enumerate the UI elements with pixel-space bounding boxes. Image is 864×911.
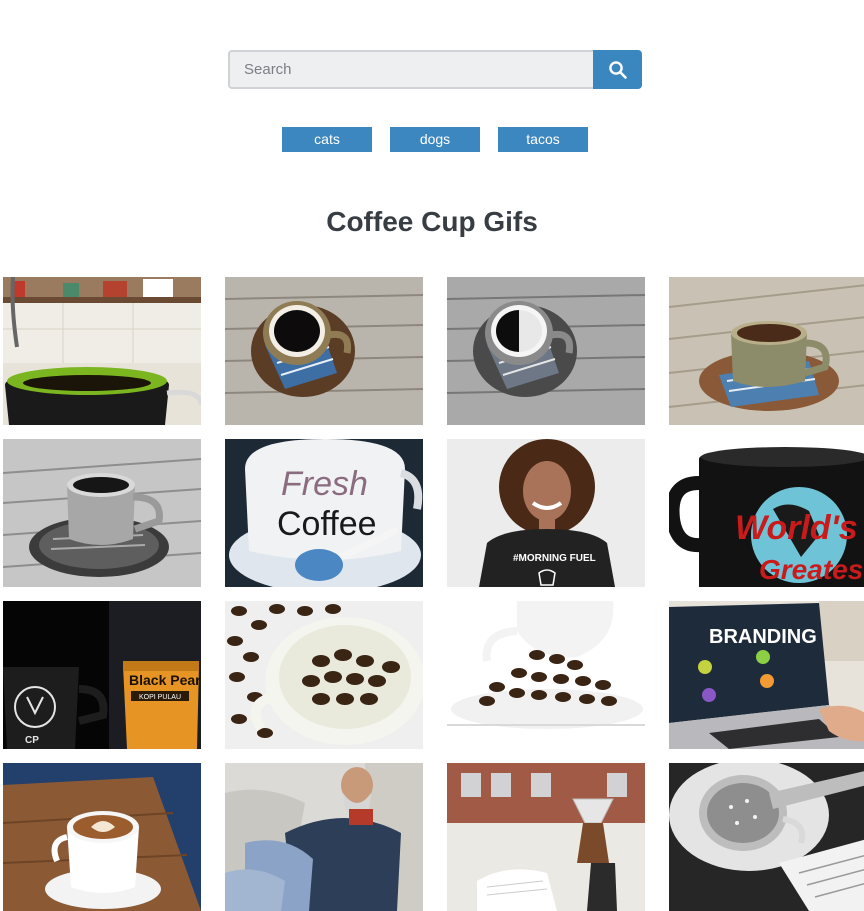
- search-button[interactable]: [593, 50, 642, 89]
- gif-tile[interactable]: [225, 763, 423, 911]
- quick-search-chips: cats dogs tacos: [0, 127, 864, 152]
- latte-art-icon: [3, 763, 201, 911]
- mug-and-coffee-bag-icon: Black Pearl KOPI PULAU CP: [3, 601, 201, 749]
- worlds-text: World's: [735, 509, 858, 547]
- chip-dogs[interactable]: dogs: [390, 127, 480, 152]
- gif-tile[interactable]: World's Greatest: [669, 439, 864, 587]
- morning-fuel-text: #MORNING FUEL: [513, 553, 596, 564]
- woman-in-tshirt-icon: #MORNING FUEL: [447, 439, 645, 587]
- mug-on-wood-warm-icon: [669, 277, 864, 425]
- coffee-text: Coffee: [277, 505, 377, 543]
- mug-on-wood-gray-icon: [447, 277, 645, 425]
- gif-tile[interactable]: [225, 601, 423, 749]
- gif-tile[interactable]: [3, 763, 201, 911]
- gif-tile[interactable]: [3, 439, 201, 587]
- cp-text: CP: [25, 735, 39, 746]
- fresh-coffee-cup-icon: Fresh Coffee: [225, 439, 423, 587]
- gif-tile[interactable]: [669, 277, 864, 425]
- search-input[interactable]: [228, 50, 593, 89]
- mug-on-wood-icon: [225, 277, 423, 425]
- search-icon: [608, 60, 627, 79]
- page-title: Coffee Cup Gifs: [326, 206, 538, 237]
- cup-on-table-bw-icon: [3, 439, 201, 587]
- gif-tile[interactable]: #MORNING FUEL: [447, 439, 645, 587]
- kopi-pulau-text: KOPI PULAU: [139, 694, 181, 701]
- fresh-text: Fresh: [281, 465, 368, 503]
- chip-tacos[interactable]: tacos: [498, 127, 588, 152]
- gif-grid: Fresh Coffee #MORNING FUEL World's Great…: [3, 277, 864, 911]
- gif-tile[interactable]: [447, 601, 645, 749]
- search-bar: [228, 50, 642, 89]
- black-pearl-text: Black Pearl: [129, 672, 201, 688]
- branding-text: BRANDING: [709, 626, 817, 648]
- gif-tile[interactable]: Fresh Coffee: [225, 439, 423, 587]
- branding-laptop-icon: BRANDING: [669, 601, 864, 749]
- man-sleeping-icon: [225, 763, 423, 911]
- kitchen-mug-icon: [3, 277, 201, 425]
- greatest-text: Greatest: [759, 554, 864, 585]
- gif-tile[interactable]: [447, 763, 645, 911]
- gif-tile[interactable]: BRANDING: [669, 601, 864, 749]
- gif-tile[interactable]: [3, 277, 201, 425]
- gif-tile[interactable]: [669, 763, 864, 911]
- gif-tile[interactable]: [447, 277, 645, 425]
- chip-cats[interactable]: cats: [282, 127, 372, 152]
- cup-of-beans-icon: [225, 601, 423, 749]
- pour-over-icon: [447, 763, 645, 911]
- worlds-greatest-mug-icon: World's Greatest: [669, 439, 864, 587]
- cup-and-notebook-icon: [669, 763, 864, 911]
- gif-tile[interactable]: [225, 277, 423, 425]
- spilled-beans-icon: [447, 601, 645, 749]
- gif-tile[interactable]: Black Pearl KOPI PULAU CP: [3, 601, 201, 749]
